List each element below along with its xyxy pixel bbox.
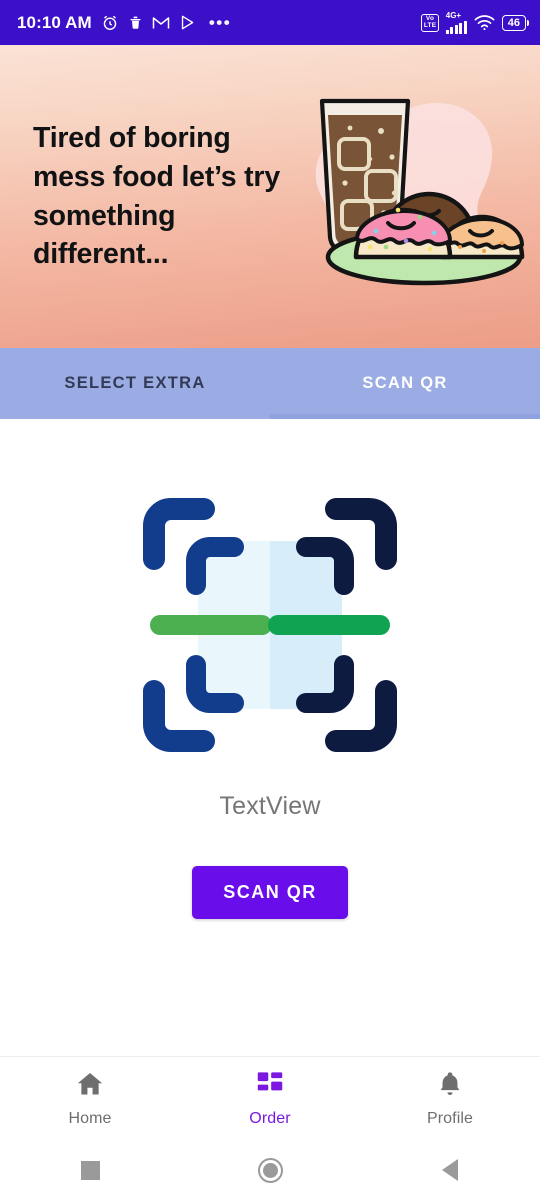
back-button[interactable] <box>360 1159 540 1181</box>
gmail-icon <box>152 15 170 30</box>
home-button[interactable] <box>180 1157 360 1183</box>
scan-qr-panel: TextView SCAN QR <box>0 419 540 1056</box>
volte-icon: Vo LTE <box>421 13 439 32</box>
status-bar-clock: 10:10 AM <box>17 12 92 32</box>
circle-icon <box>257 1157 283 1183</box>
alarm-clock-icon <box>101 14 119 32</box>
network-type-label: 4G+ <box>445 10 462 20</box>
trash-icon <box>128 14 143 31</box>
dashboard-grid-icon <box>256 1070 284 1103</box>
nav-item-order-label: Order <box>249 1109 291 1127</box>
nav-item-order[interactable]: Order <box>180 1070 360 1128</box>
battery-icon: 46 <box>501 14 526 31</box>
tab-select-extra[interactable]: SELECT EXTRA <box>0 348 270 419</box>
signal-bars <box>445 20 467 34</box>
qr-code-scan-icon <box>120 475 420 775</box>
nav-item-home[interactable]: Home <box>0 1070 180 1128</box>
recents-button[interactable] <box>0 1160 180 1180</box>
bell-icon <box>436 1070 464 1103</box>
home-icon <box>75 1070 105 1103</box>
square-icon <box>80 1160 100 1180</box>
iced-drink-and-donuts-illustration <box>284 71 534 301</box>
nav-item-profile[interactable]: Profile <box>360 1070 540 1128</box>
nav-item-home-label: Home <box>68 1109 112 1127</box>
wifi-icon <box>474 14 495 31</box>
overflow-dots-icon: ••• <box>208 12 232 32</box>
promo-banner: Tired of boring mess food let’s try some… <box>0 45 540 348</box>
signal-strength-icon: 4G+ <box>445 10 467 34</box>
battery-percent-label: 46 <box>507 16 520 29</box>
tab-bar: SELECT EXTRA SCAN QR <box>0 348 540 419</box>
tab-scan-qr[interactable]: SCAN QR <box>270 348 540 419</box>
scan-qr-button[interactable]: SCAN QR <box>192 866 348 919</box>
scan-result-textview: TextView <box>219 792 321 820</box>
nav-item-profile-label: Profile <box>426 1109 474 1127</box>
android-system-nav <box>0 1140 540 1200</box>
banner-headline: Tired of boring mess food let’s try some… <box>33 122 280 271</box>
status-bar-right: Vo LTE 4G+ 46 <box>421 10 526 34</box>
status-bar: 10:10 AM ••• Vo LTE 4G+ 46 <box>0 0 540 45</box>
tab-scan-qr-label: SCAN QR <box>362 374 448 392</box>
volte-line-2: LTE <box>423 21 437 29</box>
triangle-icon <box>442 1159 458 1181</box>
play-store-icon <box>179 14 196 31</box>
tab-select-extra-label: SELECT EXTRA <box>64 374 206 392</box>
bottom-navigation-bar: Home Order Profile <box>0 1056 540 1140</box>
status-bar-left: 10:10 AM ••• <box>17 13 231 33</box>
phone-screen: 10:10 AM ••• Vo LTE 4G+ 46 Tired of bori… <box>0 0 540 1200</box>
